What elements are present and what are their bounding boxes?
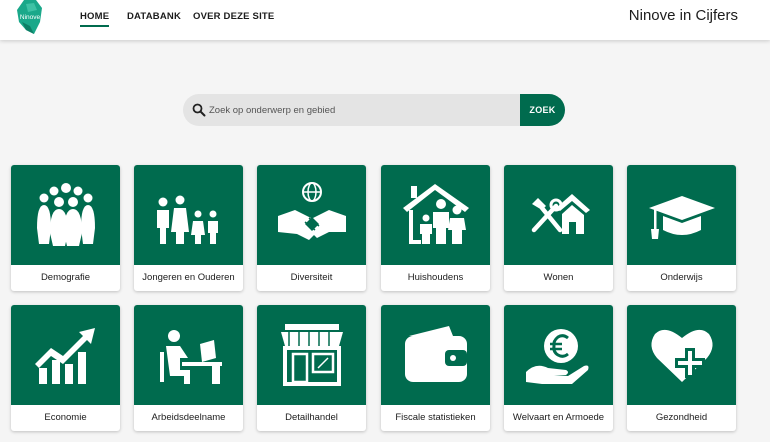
- tile-label: Welvaart en Armoede: [512, 412, 605, 423]
- storefront-icon: [280, 324, 343, 386]
- tile-label: Gezondheid: [655, 412, 708, 423]
- tile-label: Fiscale statistieken: [395, 412, 476, 423]
- wallet-icon: [404, 326, 467, 382]
- search-button[interactable]: ZOEK: [520, 94, 565, 126]
- graduation-cap-icon: [648, 196, 715, 239]
- tile-fiscale-statistieken[interactable]: Fiscale statistieken: [381, 305, 490, 431]
- nav-databank[interactable]: DATABANK: [127, 11, 181, 22]
- ninove-logo[interactable]: Ninove: [14, 0, 46, 34]
- euro-hand-icon: [525, 329, 588, 384]
- people-group-icon: [36, 183, 95, 246]
- tile-label: Detailhandel: [285, 412, 338, 423]
- top-header: Ninove HOME DATABANK OVER DEZE SITE Nino…: [0, 0, 770, 40]
- tile-label: Economie: [44, 412, 87, 423]
- tile-diversiteit[interactable]: Diversiteit: [257, 165, 366, 291]
- search-input[interactable]: [209, 94, 509, 126]
- handshake-globe-icon: [277, 182, 346, 240]
- tile-economie[interactable]: Economie: [11, 305, 120, 431]
- desk-worker-icon: [159, 330, 222, 384]
- tile-wonen[interactable]: Wonen: [504, 165, 613, 291]
- heart-cross-icon: [650, 329, 713, 382]
- logo-text: Ninove: [20, 14, 41, 21]
- tile-arbeidsdeelname[interactable]: Arbeidsdeelname: [134, 305, 243, 431]
- search-box: [183, 94, 528, 126]
- tile-detailhandel[interactable]: Detailhandel: [257, 305, 366, 431]
- house-tools-icon: [531, 194, 590, 234]
- tile-label: Huishoudens: [407, 272, 464, 283]
- tile-jongeren-en-ouderen[interactable]: Jongeren en Ouderen: [134, 165, 243, 291]
- tile-label: Diversiteit: [290, 272, 333, 283]
- tile-label: Onderwijs: [660, 272, 703, 283]
- household-icon: [402, 184, 469, 244]
- ninove-logo-icon: Ninove: [17, 0, 42, 34]
- nav-over-deze-site[interactable]: OVER DEZE SITE: [193, 11, 274, 22]
- tile-label: Demografie: [40, 272, 91, 283]
- tile-huishoudens[interactable]: Huishoudens: [381, 165, 490, 291]
- tile-onderwijs[interactable]: Onderwijs: [627, 165, 736, 291]
- growth-chart-icon: [34, 328, 95, 384]
- tile-label: Arbeidsdeelname: [151, 412, 226, 423]
- search-bar: ZOEK: [183, 94, 565, 126]
- search-icon: [192, 103, 206, 117]
- nav-home[interactable]: HOME: [80, 11, 110, 27]
- tile-label: Jongeren en Ouderen: [142, 272, 235, 283]
- site-title[interactable]: Ninove in Cijfers: [629, 7, 738, 24]
- tile-welvaart-en-armoede[interactable]: Welvaart en Armoede: [504, 305, 613, 431]
- tile-demografie[interactable]: Demografie: [11, 165, 120, 291]
- tile-label: Wonen: [543, 272, 574, 283]
- family-icon: [156, 195, 218, 244]
- tile-gezondheid[interactable]: Gezondheid: [627, 305, 736, 431]
